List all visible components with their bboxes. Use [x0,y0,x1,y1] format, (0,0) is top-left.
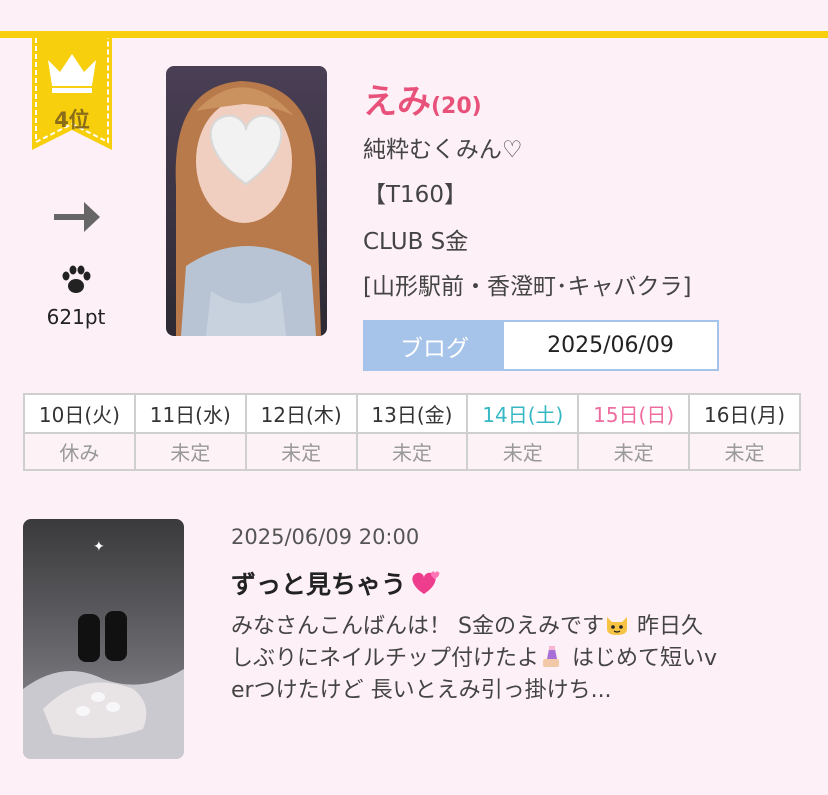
schedule-day: 13日(金) [355,393,469,434]
nail-polish-emoji-icon [543,646,560,667]
schedule-day: 12日(木) [244,393,358,434]
profile-catchphrase: 純粋むくみん♡ [363,137,523,163]
post-title-row[interactable]: ずっと見ちゃう [231,565,442,601]
post-excerpt-line: みなさんこんばんは！ S金のえみです 昨日久 [231,611,791,643]
top-accent-bar [0,31,828,38]
schedule-table: 10日(火) 11日(水) 12日(木) 13日(金) 14日(土) 15日(日… [23,393,801,471]
schedule-status: 未定 [466,432,580,471]
revolving-hearts-emoji-icon [412,571,440,594]
profile-club[interactable]: CLUB S金 [363,222,468,256]
schedule-status: 休み [23,432,136,471]
schedule-day-sunday: 15日(日) [577,393,691,434]
post-thumbnail-image: ✦ [23,519,184,759]
paw-icon [62,265,91,293]
profile-area: [山形駅前・香澄町･キャバクラ] [363,274,692,300]
post-excerpt[interactable]: みなさんこんばんは！ S金のえみです 昨日久 しぶりにネイルチップ付けたよ はじ… [231,611,791,707]
post-thumbnail[interactable]: ✦ [23,519,184,759]
profile-photo[interactable] [166,66,327,336]
profile-name-row[interactable]: えみ(20) [363,74,482,123]
profile-age: (20) [431,94,482,119]
post-excerpt-line: erつけたけど 長いとえみ引っ掛けち... [231,678,612,703]
post-text: みなさんこんばんは！ S金のえみです [231,614,604,639]
cat-emoji-icon [606,617,627,635]
post-text: はじめて短いv [565,646,718,671]
blog-link[interactable]: ブログ 2025/06/09 [363,320,719,371]
rank-ribbon: 4位 [32,38,112,150]
schedule-status: 未定 [577,432,691,471]
blog-label: ブログ [365,322,504,369]
schedule-day-saturday: 14日(土) [466,393,580,434]
profile-name[interactable]: えみ [363,82,431,122]
schedule-status: 未定 [133,432,247,471]
post-title[interactable]: ずっと見ちゃう [231,570,406,599]
arrow-right-icon [54,202,100,232]
blog-date: 2025/06/09 [547,333,674,358]
profile-height: 【T160】 [363,182,467,208]
schedule-status: 未定 [688,432,801,471]
schedule-day: 10日(火) [23,393,136,434]
post-excerpt-line: しぶりにネイルチップ付けたよ はじめて短いv [231,643,791,675]
rank-label: 4位 [54,108,90,132]
post-text: 昨日久 [629,614,703,639]
post-datetime: 2025/06/09 20:00 [231,525,420,549]
schedule-day: 11日(水) [133,393,247,434]
svg-text:✦: ✦ [93,539,105,555]
post-text: しぶりにネイルチップ付けたよ [231,646,540,671]
points-label: 621pt [46,305,106,329]
schedule-status: 未定 [355,432,469,471]
schedule-day: 16日(月) [688,393,801,434]
profile-photo-image [166,66,327,336]
schedule-status: 未定 [244,432,358,471]
